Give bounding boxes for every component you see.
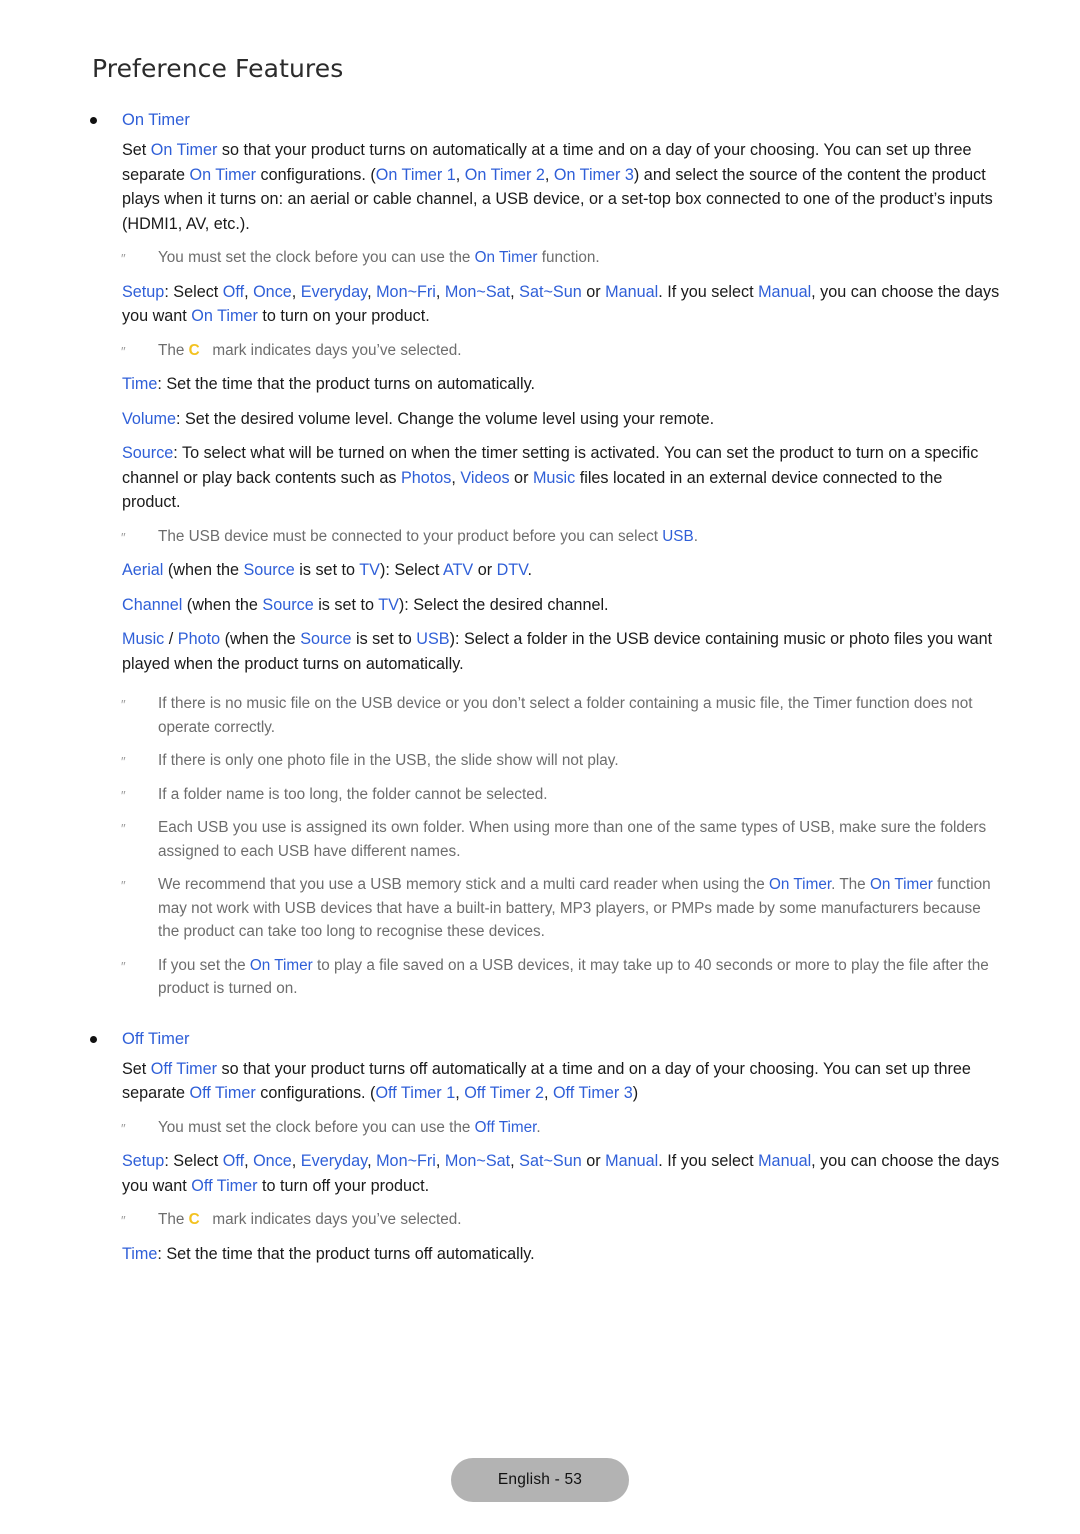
on-timer-music-photo-paragraph: Music / Photo (when the Source is set to… (122, 630, 993, 673)
off-timer-setup-paragraph: Setup: Select Off, Once, Everyday, Mon~F… (122, 1152, 1000, 1195)
round-bullet-icon (90, 117, 97, 124)
note-double-prime-icon: ″ (121, 697, 126, 712)
note-double-prime-icon: ″ (121, 787, 126, 803)
note-item: ″ If a folder name is too long, the folde… (0, 783, 1080, 807)
note-usb-recommendation: ″ We recommend that you use a USB memory … (121, 876, 991, 940)
on-timer-intro-paragraph: Set On Timer so that your product turns … (122, 141, 993, 233)
note-double-prime-icon: ″ (121, 1120, 126, 1136)
section-heading-off-timer: Off Timer (0, 1029, 1080, 1051)
off-timer-intro-paragraph: Set Off Timer so that your product turns… (122, 1059, 971, 1103)
page-title: Preference Features (92, 54, 344, 83)
note-double-prime-icon: ″ (121, 878, 126, 893)
note-on-timer-checkmark: ″ The C mark indicates days you’ve select… (0, 339, 1080, 363)
on-timer-volume-paragraph: Volume: Set the desired volume level. Ch… (122, 409, 715, 428)
round-bullet-icon (90, 1035, 97, 1043)
note-usb-connected: ″ The USB device must be connected to you… (0, 525, 1080, 549)
on-timer-source-paragraph: Source: To select what will be turned on… (122, 444, 979, 511)
note-usb-playback-delay: ″ If you set the On Timer to play a file … (121, 956, 989, 998)
check-mark-glyph: C (188, 1211, 200, 1228)
section-heading-on-timer: On Timer (0, 110, 1080, 132)
page-footer-label: English - 53 (497, 1471, 583, 1488)
note-double-prime-icon: ″ (121, 754, 126, 769)
note-double-prime-icon: ″ (121, 821, 126, 836)
note-item: ″ If there is only one photo file in the … (0, 749, 1080, 773)
on-timer-channel-paragraph: Channel (when the Source is set to TV): … (122, 595, 609, 614)
note-off-timer-clock: ″ You must set the clock before you can u… (0, 1116, 1080, 1140)
on-timer-aerial-paragraph: Aerial (when the Source is set to TV): S… (122, 561, 532, 579)
note-double-prime-icon: ″ (121, 958, 126, 974)
check-mark-glyph: C (188, 341, 200, 359)
note-off-timer-checkmark: ″ The C mark indicates days you’ve select… (0, 1208, 1080, 1232)
on-timer-time-paragraph: Time: Set the time that the product turn… (122, 375, 535, 393)
note-double-prime-icon: ″ (121, 529, 126, 545)
off-timer-time-paragraph: Time: Set the time that the product turn… (122, 1244, 535, 1263)
document-content: On Timer Set On Timer so that your produ… (0, 110, 1080, 1276)
note-double-prime-icon: ″ (121, 251, 126, 266)
on-timer-heading-label: On Timer (122, 111, 190, 129)
document-page: Preference Features On Timer Set On Time… (0, 0, 1080, 1534)
on-timer-setup-paragraph: Setup: Select Off, Once, Everyday, Mon~F… (122, 282, 1000, 326)
note-double-prime-icon: ″ (121, 343, 126, 359)
note-double-prime-icon: ″ (121, 1213, 126, 1228)
note-item: ″ Each USB you use is assigned its own fo… (121, 819, 987, 860)
page-footer-pill: English - 53 (451, 1458, 629, 1502)
note-item: ″ If there is no music file on the USB de… (121, 695, 973, 736)
off-timer-heading-label: Off Timer (122, 1029, 190, 1048)
note-on-timer-clock: ″ You must set the clock before you can u… (0, 246, 1080, 270)
